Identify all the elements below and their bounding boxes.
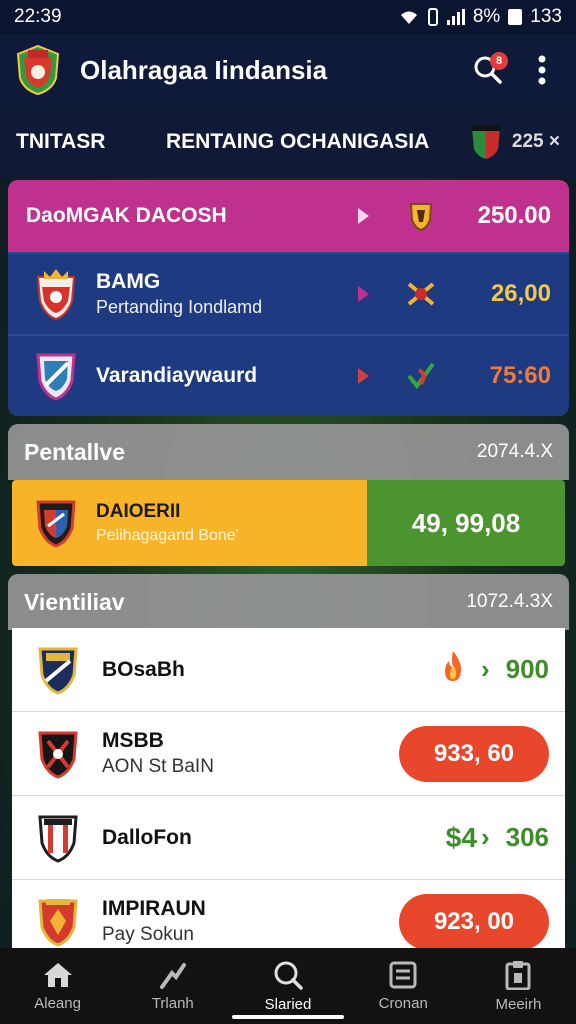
team-crest-icon — [38, 731, 78, 779]
clipboard-icon — [505, 960, 531, 990]
list-item-sub: AON St BaIN — [102, 756, 214, 777]
checkmark-leaf-icon — [407, 362, 435, 390]
list-item[interactable]: IMPIRAUN Pay Sokun 923, 00 — [12, 880, 565, 948]
list-item-name: MSBB — [102, 729, 164, 752]
featured-row-value: 75:60 — [489, 362, 551, 389]
team-crest-icon — [38, 898, 78, 947]
flame-icon — [439, 649, 467, 691]
featured-header[interactable]: DaoMGAK DACOSH 250.00 — [8, 180, 569, 252]
featured-row[interactable]: Varandiaywaurd 75:60 — [8, 334, 569, 416]
tab-rentaing[interactable]: RENTAING OCHANIGASIA — [166, 130, 470, 154]
section-title: Pentallve — [24, 438, 125, 465]
list-item[interactable]: MSBB AON St BaIN 933, 60 — [12, 712, 565, 796]
nav-clipboard[interactable]: Meeirh — [461, 948, 576, 1024]
highlight-row[interactable]: DAIOERII Pelihagagand Bone' 49, 99,08 — [12, 480, 565, 566]
featured-row-value: 26,00 — [490, 280, 551, 307]
list-item-sub: Pay Sokun — [102, 924, 194, 945]
highlight-sub: Pelihagagand Bone' — [96, 527, 239, 544]
wifi-icon — [400, 11, 417, 24]
more-vert-icon — [538, 55, 546, 85]
list-item-prefix: $4 — [445, 821, 477, 853]
team-crest-icon — [36, 500, 76, 548]
vibrate-icon — [427, 8, 438, 26]
battery-icon — [508, 9, 523, 25]
featured-card: DaoMGAK DACOSH 250.00 BAMG Pertanding Io… — [8, 180, 569, 416]
featured-header-title: DaoMGAK DACOSH — [26, 204, 227, 227]
app-logo — [16, 44, 60, 96]
team-crest-icon — [38, 815, 78, 863]
section-header-vientiliav: Vientiliav 1072.4.3X — [8, 574, 569, 630]
crossed-swords-icon — [407, 282, 435, 306]
tab-bar: TNITASR RENTAING OCHANIGASIA 225 × — [0, 106, 576, 178]
nav-calendar[interactable]: Cronan — [346, 948, 461, 1024]
team-crest-icon — [36, 353, 76, 401]
search-button[interactable]: 8 — [468, 50, 508, 90]
value-pill[interactable]: 923, 00 — [399, 893, 549, 948]
featured-row-sub: Pertanding Iondlamd — [96, 297, 263, 317]
nav-trend[interactable]: Trlanh — [115, 948, 230, 1024]
trend-icon — [159, 962, 186, 989]
list-item-value: 900 — [505, 654, 549, 684]
nav-label: Trlanh — [151, 994, 194, 1012]
status-time: 22:39 — [14, 6, 62, 27]
list-item-name: DalloFon — [102, 825, 192, 849]
more-menu-button[interactable] — [522, 50, 562, 90]
list-item-value: 306 — [505, 822, 549, 852]
featured-row[interactable]: BAMG Pertanding Iondlamd 26,00 — [8, 252, 569, 334]
nav-label: Aleang — [34, 994, 81, 1012]
battery-percent: 8% — [472, 6, 501, 27]
tab-count: 225 × — [511, 131, 560, 152]
list-item[interactable]: DalloFon $4 › 306 — [12, 796, 565, 880]
notification-badge: 8 — [490, 52, 508, 70]
play-arrow-icon — [358, 368, 369, 384]
home-indicator[interactable] — [232, 1015, 344, 1019]
chevron-right-icon: › — [480, 822, 490, 852]
flag-crest-icon — [471, 125, 500, 159]
section-count: 1072.4.3X — [466, 591, 553, 612]
featured-row-name: Varandiaywaurd — [96, 364, 258, 387]
calendar-icon — [389, 961, 417, 988]
status-number: 133 — [530, 6, 562, 27]
nav-search[interactable]: Slaried — [230, 948, 345, 1024]
highlight-name: DAIOERII — [96, 501, 181, 522]
signal-icon — [446, 9, 465, 25]
bottom-nav: Aleang Trlanh Slaried Cronan Meeirh — [0, 948, 576, 1024]
highlight-value: 49, 99,08 — [367, 480, 565, 566]
featured-row-name: BAMG — [96, 270, 161, 293]
team-crest-icon — [38, 647, 78, 695]
shield-badge-icon — [409, 203, 433, 232]
play-arrow-icon — [358, 208, 369, 224]
team-crest-icon — [36, 269, 76, 321]
status-bar: 22:39 8% 133 — [0, 0, 576, 34]
list-item[interactable]: BOsaBh › 900 — [12, 628, 565, 712]
nav-label: Meeirh — [495, 995, 542, 1013]
status-icons: 8% 133 — [399, 6, 562, 28]
app-title: Olahragaa Iindansia — [80, 54, 328, 85]
featured-header-value: 250.00 — [477, 202, 551, 229]
nav-label: Cronan — [378, 994, 428, 1012]
search-icon — [274, 961, 303, 990]
nav-label: Slaried — [264, 995, 312, 1013]
home-icon — [43, 962, 72, 987]
list-item-name: BOsaBh — [102, 657, 185, 681]
section-count: 2074.4.X — [476, 441, 553, 462]
team-list: BOsaBh › 900 MSBB AON St BaIN 933, 60 Da… — [12, 628, 565, 948]
list-item-name: IMPIRAUN — [102, 897, 206, 920]
value-pill[interactable]: 933, 60 — [399, 725, 549, 782]
chevron-right-icon: › — [480, 654, 490, 684]
section-header-pentallve: Pentallve 2074.4.X — [8, 424, 569, 480]
section-title: Vientiliav — [24, 588, 125, 615]
app-bar: Olahragaa Iindansia 8 — [0, 34, 576, 106]
play-arrow-icon — [358, 286, 369, 302]
nav-home[interactable]: Aleang — [0, 948, 115, 1024]
tab-tnitasr[interactable]: TNITASR — [16, 130, 166, 154]
